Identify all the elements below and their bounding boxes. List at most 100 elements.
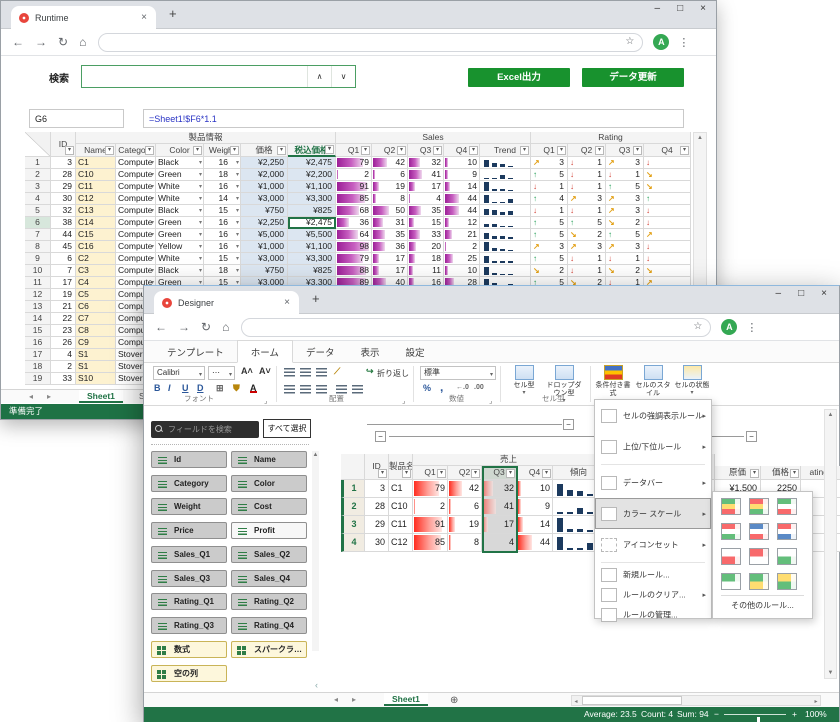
- column-header-id[interactable]: ID▾: [51, 132, 76, 157]
- cell-rating-q4[interactable]: ↘: [644, 169, 691, 181]
- row-header[interactable]: 8: [25, 241, 51, 253]
- cell-sales-q2[interactable]: 36: [372, 241, 408, 253]
- cell-sales-q1[interactable]: 85: [413, 534, 448, 552]
- close-tab-icon[interactable]: ×: [138, 12, 150, 23]
- column-header-id[interactable]: ID▾: [365, 454, 389, 480]
- cell-rating-q4[interactable]: ↓: [644, 205, 691, 217]
- cell-weight[interactable]: 16▾: [204, 157, 241, 169]
- cell-sales-q1[interactable]: 98: [336, 241, 372, 253]
- cell-sales-q3[interactable]: 32: [408, 157, 444, 169]
- row-header[interactable]: 2: [25, 169, 51, 181]
- row-header[interactable]: 14: [25, 313, 51, 325]
- color-scale-swatch-2[interactable]: [749, 498, 769, 515]
- column-header-q1[interactable]: Q1▾: [336, 144, 372, 157]
- cell-color[interactable]: Green▾: [156, 229, 204, 241]
- outline-collapse-icon[interactable]: −: [375, 431, 386, 442]
- column-header-cost[interactable]: 原価▾: [715, 466, 761, 480]
- cell-rating-q2[interactable]: ↗3: [568, 241, 606, 253]
- ribbon-tab-表示[interactable]: 表示: [347, 341, 392, 362]
- column-header-q4[interactable]: Q4▾: [444, 144, 480, 157]
- field-chip-price[interactable]: Price: [151, 522, 227, 539]
- cell-rating-q3[interactable]: ↑5: [606, 229, 644, 241]
- cell-sales-q3[interactable]: 4: [482, 534, 517, 552]
- menu-item-5[interactable]: 新規ルール...: [595, 565, 711, 585]
- scrollbar-thumb[interactable]: [582, 696, 682, 705]
- cell-weight[interactable]: 18▾: [204, 169, 241, 181]
- font-decrease-icon[interactable]: A˅: [259, 366, 271, 376]
- align-top-icon[interactable]: [284, 368, 295, 377]
- row-header[interactable]: 7: [25, 229, 51, 241]
- column-header-q3[interactable]: Q3▾: [482, 466, 517, 480]
- cell-id[interactable]: 21: [51, 301, 76, 313]
- cell-id[interactable]: 32: [51, 205, 76, 217]
- cell-rating-q3[interactable]: ↗3: [606, 157, 644, 169]
- cell-category[interactable]: Compute▾: [116, 193, 156, 205]
- column-header-q1[interactable]: Q1▾: [413, 466, 448, 480]
- cell-id[interactable]: 22: [51, 313, 76, 325]
- cell-sales-q2[interactable]: 35: [372, 229, 408, 241]
- cell-weight[interactable]: 16▾: [204, 181, 241, 193]
- cell-sales-q3[interactable]: 4: [408, 193, 444, 205]
- cell-price[interactable]: ¥2,250: [241, 217, 288, 229]
- filter-icon[interactable]: ▾: [469, 146, 478, 155]
- filter-icon[interactable]: ▾: [325, 145, 334, 154]
- cell-name[interactable]: C13: [76, 205, 116, 217]
- cell-name[interactable]: C14: [76, 217, 116, 229]
- cell-sales-q1[interactable]: 79: [413, 480, 448, 498]
- cell-sales-q3[interactable]: 35: [408, 205, 444, 217]
- search-prev-button[interactable]: ∧: [307, 66, 331, 87]
- column-header-rating-q4[interactable]: Q4▾: [644, 144, 691, 157]
- font-name-select[interactable]: Calibri▾: [153, 366, 205, 380]
- cell-trend[interactable]: [480, 205, 531, 217]
- cell-sales-q3[interactable]: 20: [408, 241, 444, 253]
- align-center-icon[interactable]: [300, 385, 311, 394]
- align-right-icon[interactable]: [316, 385, 327, 394]
- cell-sales-q2[interactable]: 17: [372, 265, 408, 277]
- cell-sales-q3[interactable]: 41: [482, 498, 517, 516]
- cell-tax-price[interactable]: ¥1,100: [288, 181, 336, 193]
- row-header[interactable]: 19: [25, 373, 51, 385]
- cell-category[interactable]: Compute▾: [116, 253, 156, 265]
- double-underline-icon[interactable]: D: [197, 383, 204, 393]
- reload-icon[interactable]: ↻: [58, 35, 68, 49]
- cell-rating-q4[interactable]: ↑: [644, 193, 691, 205]
- field-chip-rating_q4[interactable]: Rating_Q4: [231, 617, 307, 634]
- field-chip-sales_q4[interactable]: Sales_Q4: [231, 570, 307, 587]
- select-all-corner[interactable]: [341, 454, 365, 480]
- italic-icon[interactable]: I: [168, 383, 171, 393]
- row-header[interactable]: 13: [25, 301, 51, 313]
- zoom-thumb[interactable]: [757, 717, 760, 722]
- row-header[interactable]: 3: [25, 181, 51, 193]
- cell-rating-q1[interactable]: ↑5: [531, 253, 568, 265]
- indent-increase-icon[interactable]: [352, 385, 363, 394]
- cell-category[interactable]: Compute▾: [116, 169, 156, 181]
- cell-price[interactable]: ¥1,000: [241, 181, 288, 193]
- cell-id[interactable]: 29: [51, 181, 76, 193]
- filter-icon[interactable]: ▾: [542, 469, 551, 478]
- cell-id[interactable]: 6: [51, 253, 76, 265]
- cell-rating-q4[interactable]: ↓: [644, 241, 691, 253]
- filter-icon[interactable]: ▾: [145, 146, 154, 155]
- cell-rating-q3[interactable]: ↗3: [606, 205, 644, 217]
- sheet-next-icon[interactable]: ▸: [352, 695, 356, 704]
- column-header-price[interactable]: 価格▾: [761, 466, 801, 480]
- vertical-scrollbar[interactable]: ▲ ▼: [824, 409, 837, 679]
- color-scale-swatch-4[interactable]: [721, 523, 741, 540]
- cell-id[interactable]: 17: [51, 277, 76, 289]
- cell-rating-q3[interactable]: ↗3: [606, 193, 644, 205]
- cell-name[interactable]: C8: [76, 325, 116, 337]
- cell-rating-q2[interactable]: ↘2: [568, 229, 606, 241]
- wrap-text-icon[interactable]: ↪: [366, 366, 374, 377]
- cell-tax-price[interactable]: ¥5,500: [288, 229, 336, 241]
- cell-rating-q4[interactable]: ↘: [644, 181, 691, 193]
- row-header[interactable]: 3: [341, 516, 365, 534]
- color-scale-swatch-9[interactable]: [777, 548, 797, 565]
- row-header[interactable]: 2: [341, 498, 365, 516]
- filter-icon[interactable]: ▾: [471, 469, 480, 478]
- designer-browser-tab[interactable]: Designer ×: [154, 291, 299, 314]
- close-window-button[interactable]: ×: [821, 288, 827, 299]
- avatar[interactable]: A: [721, 319, 737, 335]
- column-header-name[interactable]: 製品名▾: [389, 454, 413, 480]
- cell-price[interactable]: ¥5,000: [241, 229, 288, 241]
- cell-sales-q1[interactable]: 79: [336, 253, 372, 265]
